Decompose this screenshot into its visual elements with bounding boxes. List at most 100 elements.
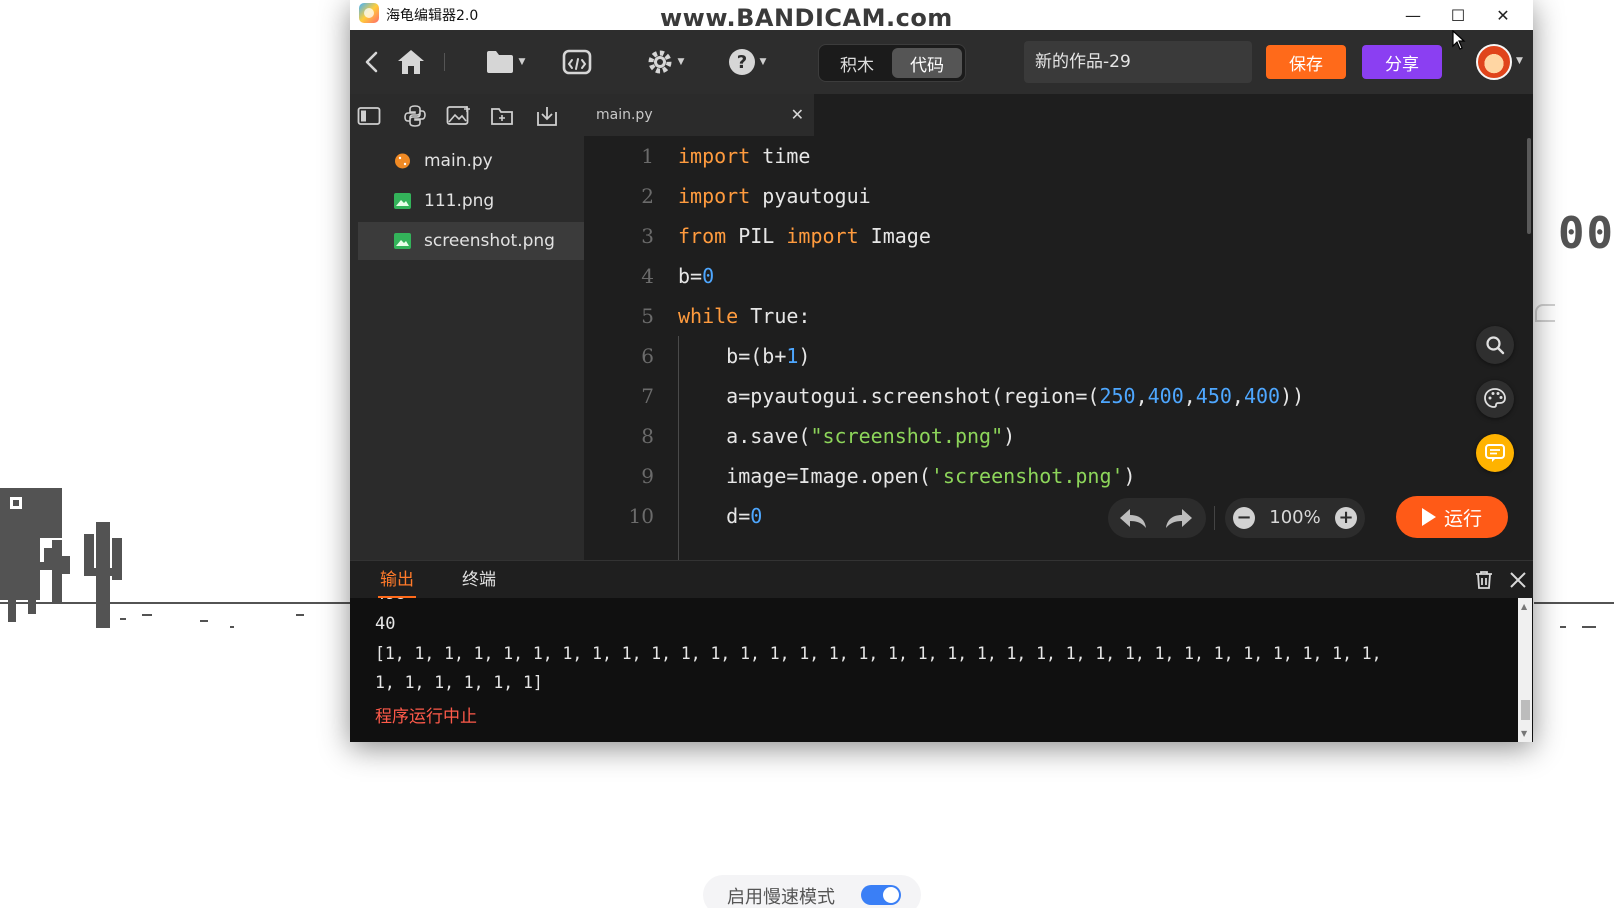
code-line: 4 b=0 bbox=[584, 256, 1484, 296]
theme-button[interactable] bbox=[1476, 380, 1514, 418]
slow-mode-control: 启用慢速模式 bbox=[703, 875, 921, 908]
scroll-up-icon[interactable]: ▲ bbox=[1521, 602, 1527, 611]
close-tab-icon[interactable]: ✕ bbox=[791, 94, 804, 136]
ground-dash bbox=[120, 618, 126, 620]
chevron-down-icon[interactable]: ▼ bbox=[1516, 56, 1523, 66]
file-item-111-png[interactable]: 111.png bbox=[358, 182, 584, 220]
code-line: 3 from PIL import Image bbox=[584, 216, 1484, 256]
run-button[interactable]: 运行 bbox=[1396, 496, 1508, 538]
file-name: screenshot.png bbox=[424, 231, 555, 251]
code-window-button[interactable] bbox=[560, 46, 594, 78]
home-icon bbox=[398, 50, 424, 74]
tab-terminal[interactable]: 终端 bbox=[462, 561, 496, 599]
run-label: 运行 bbox=[1443, 507, 1482, 530]
ground-dash bbox=[296, 614, 304, 616]
close-output-button[interactable] bbox=[1508, 570, 1528, 590]
line-number: 10 bbox=[628, 504, 654, 528]
file-name: main.py bbox=[424, 151, 493, 171]
toolbar-separator bbox=[1214, 506, 1215, 530]
clear-output-button[interactable] bbox=[1474, 570, 1494, 590]
palette-icon bbox=[1484, 388, 1506, 408]
minimize-icon: — bbox=[1405, 5, 1421, 25]
desktop-stage: 00 海龟编辑器2.0 — ☐ ✕ ▼ ▼ ? ▼ 积木 代码 新的作品-29 … bbox=[0, 0, 1614, 908]
code-line: 1 import time bbox=[584, 136, 1484, 176]
watermark: www.BANDICAM.com bbox=[660, 4, 953, 32]
add-image-button[interactable] bbox=[446, 104, 472, 128]
code-line: 7 a=pyautogui.screenshot(region=(250,400… bbox=[584, 376, 1484, 416]
output-scroll-thumb[interactable] bbox=[1521, 700, 1530, 720]
help-menu-button[interactable]: ? ▼ bbox=[722, 46, 772, 78]
scroll-down-icon[interactable]: ▼ bbox=[1521, 729, 1527, 738]
line-number: 2 bbox=[641, 184, 654, 208]
trash-icon bbox=[1476, 571, 1492, 589]
play-icon bbox=[1421, 508, 1436, 526]
line-number: 6 bbox=[641, 344, 654, 368]
blocks-mode-button[interactable]: 积木 bbox=[822, 48, 892, 78]
line-number: 5 bbox=[641, 304, 654, 328]
output-tab-bar: 输出 终端 bbox=[350, 560, 1533, 599]
code-line: 6 b=(b+1) bbox=[584, 336, 1484, 376]
mouse-cursor-icon bbox=[1452, 30, 1466, 50]
download-button[interactable] bbox=[534, 104, 560, 128]
slow-mode-toggle[interactable] bbox=[861, 885, 901, 905]
output-console[interactable]: 498 40 [1, 1, 1, 1, 1, 1, 1, 1, 1, 1, 1,… bbox=[350, 598, 1533, 742]
code-line: 9 image=Image.open('screenshot.png') bbox=[584, 456, 1484, 496]
folder-icon bbox=[486, 51, 513, 73]
file-menu-button[interactable]: ▼ bbox=[480, 46, 530, 78]
toolbar-separator bbox=[444, 53, 445, 71]
gear-icon bbox=[648, 50, 672, 74]
code-line: 2 import pyautogui bbox=[584, 176, 1484, 216]
line-number: 9 bbox=[641, 464, 654, 488]
undo-redo-bar bbox=[1108, 498, 1206, 538]
code-editor[interactable]: 1 import time 2 import pyautogui 3 from PIL… bbox=[584, 136, 1533, 560]
new-folder-button[interactable] bbox=[490, 104, 516, 128]
project-name-input[interactable] bbox=[1024, 41, 1252, 83]
zoom-out-button[interactable]: − bbox=[1233, 507, 1255, 529]
python-file-icon bbox=[395, 153, 410, 169]
file-item-main-py[interactable]: main.py bbox=[358, 142, 584, 180]
avatar[interactable] bbox=[1476, 44, 1512, 80]
save-button[interactable]: 保存 bbox=[1266, 45, 1346, 79]
file-item-screenshot-png[interactable]: screenshot.png bbox=[358, 222, 584, 260]
ground-dash bbox=[142, 614, 152, 616]
ground-dash bbox=[230, 626, 234, 628]
image-icon bbox=[446, 106, 470, 125]
home-button[interactable] bbox=[394, 46, 428, 78]
slow-mode-label: 启用慢速模式 bbox=[727, 887, 835, 908]
chevron-down-icon: ▼ bbox=[677, 57, 685, 67]
indent-guide bbox=[678, 336, 679, 560]
help-icon: ? bbox=[728, 49, 755, 75]
chevron-down-icon: ▼ bbox=[759, 57, 767, 67]
tab-label: main.py bbox=[596, 107, 653, 123]
search-button[interactable] bbox=[1476, 326, 1514, 364]
cloud-sprite bbox=[1535, 304, 1555, 322]
app-window: 海龟编辑器2.0 — ☐ ✕ ▼ ▼ ? ▼ 积木 代码 新的作品-29 保存 … bbox=[350, 0, 1533, 742]
tab-output[interactable]: 输出 bbox=[378, 561, 416, 599]
new-python-file-button[interactable] bbox=[402, 104, 428, 128]
redo-icon bbox=[1166, 509, 1192, 528]
undo-button[interactable] bbox=[1118, 506, 1148, 530]
zoom-in-button[interactable]: + bbox=[1335, 507, 1357, 529]
share-button[interactable]: 分享 bbox=[1362, 45, 1442, 79]
back-button[interactable] bbox=[360, 50, 384, 74]
tab-main-py[interactable]: main.py ✕ bbox=[584, 94, 814, 136]
app-logo-icon bbox=[359, 3, 379, 23]
ground-line-right bbox=[1534, 602, 1614, 604]
status-message: 程序运行中止 bbox=[375, 707, 477, 727]
code-line: 8 a.save("screenshot.png") bbox=[584, 416, 1484, 456]
feedback-button[interactable] bbox=[1476, 434, 1514, 472]
chat-icon bbox=[1485, 444, 1505, 462]
code-line: 5 while True: bbox=[584, 296, 1484, 336]
file-sidebar: main.py 111.png screenshot.png bbox=[350, 94, 584, 560]
settings-menu-button[interactable]: ▼ bbox=[640, 46, 690, 78]
line-number: 8 bbox=[641, 424, 654, 448]
mode-toggle: 积木 代码 bbox=[818, 44, 966, 82]
code-window-icon bbox=[562, 49, 592, 75]
image-file-icon bbox=[394, 233, 411, 249]
output-scrollbar[interactable]: ▲ ▼ bbox=[1518, 598, 1532, 742]
code-mode-button[interactable]: 代码 bbox=[892, 48, 962, 78]
editor-scrollbar[interactable] bbox=[1527, 138, 1531, 234]
toggle-panel-button[interactable] bbox=[356, 104, 382, 128]
redo-button[interactable] bbox=[1164, 506, 1194, 530]
close-window-button[interactable]: ✕ bbox=[1475, 0, 1531, 30]
